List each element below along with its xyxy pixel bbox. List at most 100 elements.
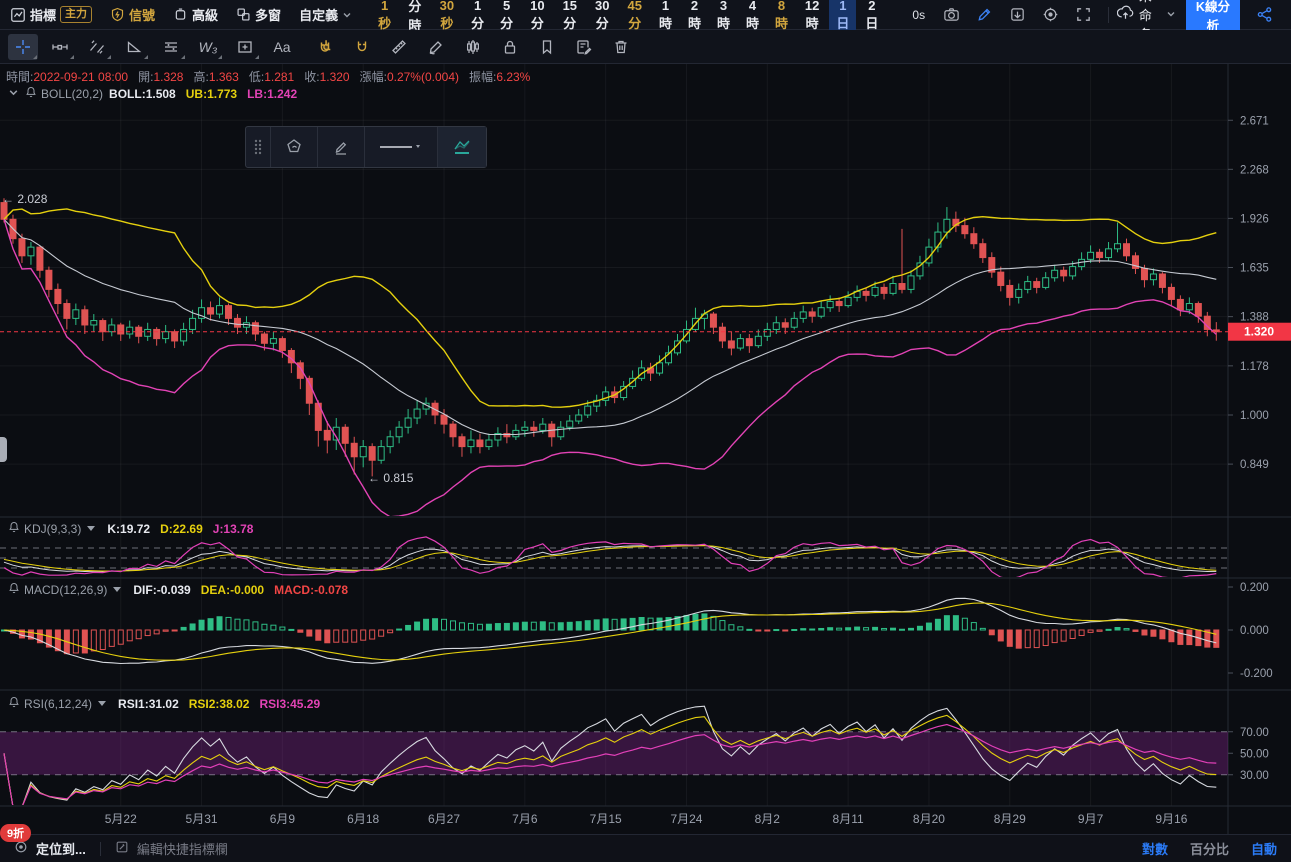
advanced-icon [173, 7, 188, 22]
svg-text:5月22: 5月22 [105, 812, 137, 826]
crosshair-tool[interactable] [8, 34, 38, 60]
save-layout-button[interactable] [1006, 3, 1029, 26]
rsi-name[interactable]: RSI(6,12,24) [24, 697, 92, 711]
kdj-name[interactable]: KDJ(9,3,3) [24, 522, 81, 536]
strong-magnet-tool[interactable] [310, 34, 340, 60]
svg-text:30.00: 30.00 [1240, 770, 1269, 782]
trash-tool[interactable] [606, 34, 636, 60]
bookmark-tool[interactable] [532, 34, 562, 60]
brush-tool[interactable] [421, 34, 451, 60]
palette-drag-handle[interactable] [246, 127, 270, 167]
status-bar: 9折 定位到... 編輯快捷指標欄 對數 百分比 自動 [0, 834, 1291, 862]
log-scale-toggle[interactable]: 對數 [1142, 839, 1168, 858]
candle-pattern-tool[interactable] [458, 34, 488, 60]
indicator-menu[interactable]: 指標 主力 [10, 5, 92, 24]
auto-scale-toggle[interactable]: 自動 [1251, 839, 1277, 858]
timeframe-4時[interactable]: 4時 [739, 0, 766, 34]
svg-text:7月15: 7月15 [590, 812, 622, 826]
lock-tool[interactable] [495, 34, 525, 60]
advanced-menu[interactable]: 高級 [173, 5, 218, 24]
timeframe-10分[interactable]: 10分 [522, 0, 552, 34]
edit-shortcut-button[interactable]: 編輯快捷指標欄 [137, 839, 228, 858]
timeframe-3時[interactable]: 3時 [710, 0, 737, 34]
boll-name[interactable]: BOLL(20,2) [41, 87, 103, 101]
svg-text:1.926: 1.926 [1240, 213, 1269, 225]
text-tool[interactable]: Aa [267, 34, 297, 60]
ohlc-field: 低:1.281 [249, 68, 294, 85]
timeframe-1日[interactable]: 1日 [829, 0, 856, 34]
ohlc-field: 收:1.320 [304, 68, 349, 85]
collapse-chevron-icon[interactable] [8, 87, 19, 101]
svg-text:1.178: 1.178 [1240, 361, 1269, 373]
statusbar-divider [100, 842, 101, 856]
fill-style-button[interactable] [437, 127, 486, 167]
timeframe-8時[interactable]: 8時 [768, 0, 795, 34]
timeframe-1秒[interactable]: 1秒 [371, 0, 398, 34]
locate-button[interactable]: 定位到... [36, 839, 86, 858]
svg-text:7月6: 7月6 [512, 812, 538, 826]
alert-bell-icon[interactable] [8, 582, 20, 597]
fullscreen-button[interactable] [1072, 3, 1095, 26]
left-panel-handle[interactable] [0, 437, 7, 462]
share-button[interactable] [1253, 3, 1276, 26]
alert-bell-icon[interactable] [8, 521, 20, 536]
timeframe-2時[interactable]: 2時 [681, 0, 708, 34]
chart-canvas[interactable]: 1.3202.6712.2681.9261.6351.3881.1781.000… [0, 0, 1291, 862]
rsi-indicator-row: RSI(6,12,24) RSI1:31.02RSI2:38.02RSI3:45… [8, 696, 330, 711]
svg-text:8月29: 8月29 [994, 812, 1026, 826]
indicator-value: DIF:-0.039 [133, 583, 190, 597]
line-style-selector[interactable] [364, 127, 437, 167]
floating-drawing-palette[interactable] [245, 126, 487, 168]
timeframe-30分[interactable]: 30分 [587, 0, 617, 34]
dropdown-triangle-icon[interactable] [87, 526, 95, 531]
timeframe-1分[interactable]: 1分 [464, 0, 491, 34]
indicator-value: RSI2:38.02 [189, 697, 250, 711]
triangle-pattern-tool[interactable] [119, 34, 149, 60]
multiwindow-icon [236, 7, 251, 22]
elliott-wave-tool[interactable]: W₃ [193, 34, 223, 60]
trend-line-tool[interactable] [82, 34, 112, 60]
horizontal-line-tool[interactable] [45, 34, 75, 60]
ohlc-field: 高:1.363 [193, 68, 238, 85]
signal-menu[interactable]: 信號 [110, 5, 155, 24]
shape-history-button[interactable] [270, 127, 317, 167]
draw-mode-button[interactable] [973, 3, 996, 26]
cloud-upload-icon [1117, 5, 1134, 25]
chevron-down-icon [342, 10, 352, 20]
macd-indicator-row: MACD(12,26,9) DIF:-0.039DEA:-0.000MACD:-… [8, 582, 358, 597]
timeframe-12時[interactable]: 12時 [797, 0, 827, 34]
timeframe-5分[interactable]: 5分 [493, 0, 520, 34]
timeframe-45分[interactable]: 45分 [619, 0, 649, 34]
kdj-indicator-row: KDJ(9,3,3) K:19.72D:22.69J:13.78 [8, 521, 263, 536]
svg-text:7月24: 7月24 [670, 812, 702, 826]
discount-badge[interactable]: 9折 [0, 824, 31, 842]
chevron-down-icon [1166, 7, 1176, 22]
alert-bell-icon[interactable] [25, 86, 37, 101]
drawing-toolbar: W₃ Aa [0, 30, 1291, 64]
alert-bell-icon[interactable] [8, 696, 20, 711]
timeframe-1時[interactable]: 1時 [652, 0, 679, 34]
percent-scale-toggle[interactable]: 百分比 [1190, 839, 1229, 858]
timeframe-2日[interactable]: 2日 [858, 0, 885, 34]
settings-button[interactable] [1039, 3, 1062, 26]
screenshot-button[interactable] [940, 3, 963, 26]
template-edit-tool[interactable] [569, 34, 599, 60]
dropdown-triangle-icon[interactable] [113, 587, 121, 592]
locate-pin-icon [14, 840, 28, 857]
svg-text:8月11: 8月11 [833, 812, 864, 826]
custom-menu[interactable]: 自定義 [299, 5, 352, 24]
fib-box-tool[interactable] [230, 34, 260, 60]
magnet-tool[interactable] [347, 34, 377, 60]
edit-style-button[interactable] [317, 127, 364, 167]
timeframe-15分[interactable]: 15分 [555, 0, 585, 34]
macd-name[interactable]: MACD(12,26,9) [24, 583, 107, 597]
svg-text:← 2.028: ← 2.028 [2, 192, 48, 206]
dropdown-triangle-icon[interactable] [98, 701, 106, 706]
indicator-value: DEA:-0.000 [201, 583, 264, 597]
multiwindow-menu[interactable]: 多窗 [236, 5, 281, 24]
timeframe-30秒[interactable]: 30秒 [432, 0, 462, 34]
measure-tool[interactable] [384, 34, 414, 60]
ohlc-field: 振幅:6.23% [469, 68, 530, 85]
parallel-channel-tool[interactable] [156, 34, 186, 60]
main-force-tag[interactable]: 主力 [60, 6, 92, 23]
